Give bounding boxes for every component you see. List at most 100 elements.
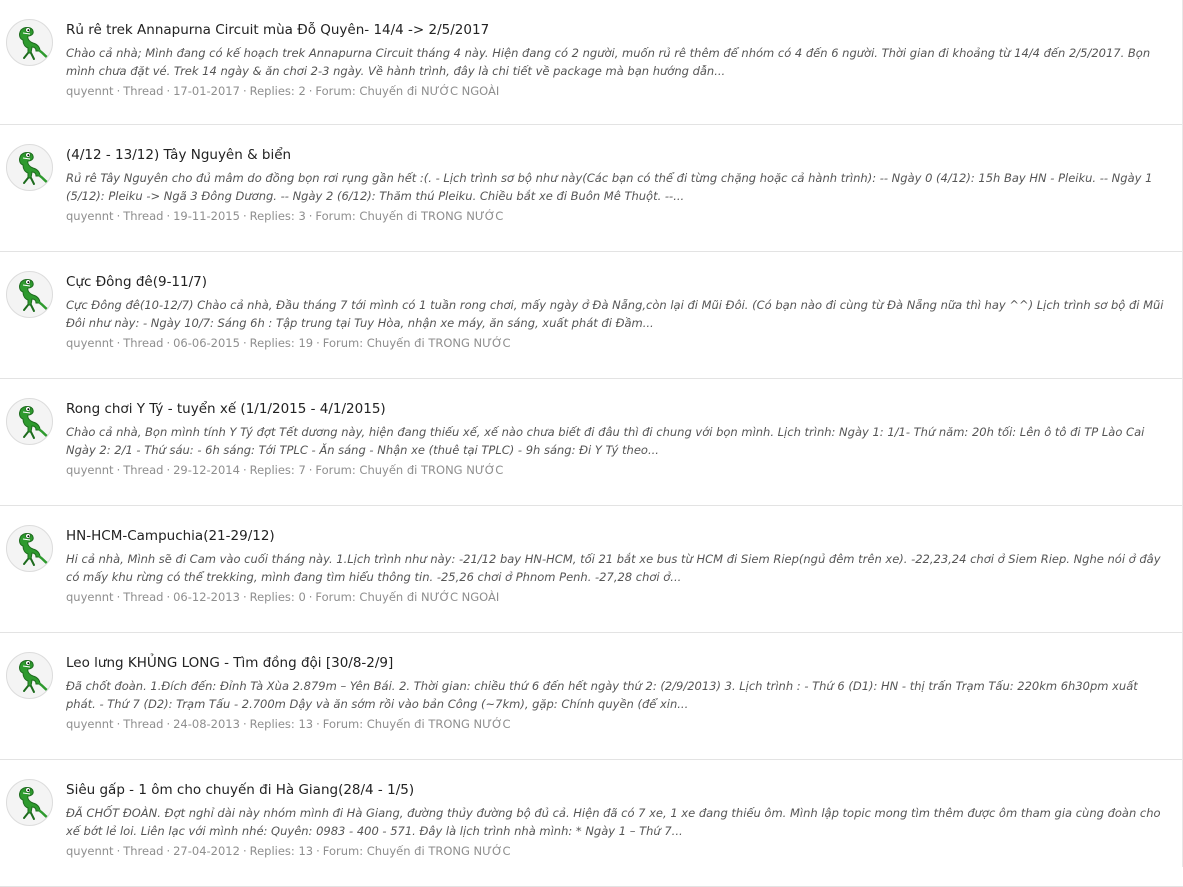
thread-title-link[interactable]: Cực Đông đê(9-11/7)	[66, 273, 1169, 291]
thread-content: HN-HCM-Campuchia(21-29/12) Hi cả nhà, Mì…	[66, 527, 1169, 606]
replies-count: 13	[298, 844, 314, 858]
meta-separator: ·	[308, 209, 313, 223]
thread-meta: quyennt · Thread · 17-01-2017 · Replies: 2 · For…	[66, 82, 1169, 100]
author-link[interactable]: quyennt	[66, 844, 114, 858]
meta-separator: ·	[166, 209, 171, 223]
forum-link[interactable]: Chuyến đi TRONG NƯỚC	[359, 463, 503, 477]
thread-title-link[interactable]: (4/12 - 13/12) Tây Nguyên & biển	[66, 146, 1169, 164]
thread-meta: quyennt · Thread · 19-11-2015 · Replies: 3 · For…	[66, 207, 1169, 225]
thread-date: 27-04-2012	[173, 844, 240, 858]
thread-snippet: Cực Đông đê(10-12/7) Chào cả nhà, Đầu th…	[66, 298, 1164, 330]
crocodile-avatar-icon[interactable]	[6, 652, 53, 699]
meta-separator: ·	[308, 463, 313, 477]
thread-snippet: Chào cả nhà, Bọn mình tính Y Tý đợt Tết …	[66, 425, 1145, 457]
thread-title-link[interactable]: HN-HCM-Campuchia(21-29/12)	[66, 527, 1169, 545]
forum-label: Forum:	[322, 336, 364, 350]
replies-count: 3	[298, 209, 306, 223]
forum-label: Forum:	[315, 463, 356, 477]
replies-label: Replies:	[249, 336, 295, 350]
thread-meta: quyennt · Thread · 24-08-2013 · Replies: 13 · Fo…	[66, 715, 1169, 733]
author-link[interactable]: quyennt	[66, 463, 114, 477]
thread-content: Siêu gấp - 1 ôm cho chuyến đi Hà Giang(2…	[66, 781, 1169, 860]
replies-label: Replies:	[249, 209, 295, 223]
content-type: Thread	[123, 590, 164, 604]
meta-separator: ·	[316, 717, 320, 731]
replies-label: Replies:	[249, 463, 295, 477]
thread-snippet: Hi cả nhà, Mình sẽ đi Cam vào cuối tháng…	[66, 552, 1161, 584]
author-link[interactable]: quyennt	[66, 336, 114, 350]
thread-title-link[interactable]: Rủ rê trek Annapurna Circuit mùa Đỗ Quyê…	[66, 21, 1169, 39]
meta-separator: ·	[166, 463, 171, 477]
author-link[interactable]: quyennt	[66, 209, 114, 223]
forum-link[interactable]: Chuyến đi TRONG NƯỚC	[367, 844, 511, 858]
thread-item: (4/12 - 13/12) Tây Nguyên & biển Rủ rê T…	[0, 125, 1183, 252]
meta-separator: ·	[242, 463, 247, 477]
thread-title-link[interactable]: Rong chơi Y Tý - tuyển xế (1/1/2015 - 4/…	[66, 400, 1169, 418]
replies-count: 7	[298, 463, 306, 477]
author-link[interactable]: quyennt	[66, 84, 114, 98]
crocodile-avatar-icon[interactable]	[6, 398, 53, 445]
thread-title-link[interactable]: Leo lưng KHỦNG LONG - Tìm đồng đội [30/8…	[66, 654, 1169, 672]
crocodile-avatar-icon[interactable]	[6, 271, 53, 318]
replies-label: Replies:	[249, 844, 295, 858]
thread-snippet: ĐÃ CHỐT ĐOÀN. Đợt nghỉ dài này nhóm mình…	[66, 806, 1161, 838]
forum-label: Forum:	[322, 844, 364, 858]
thread-item: Rong chơi Y Tý - tuyển xế (1/1/2015 - 4/…	[0, 379, 1183, 506]
meta-separator: ·	[316, 844, 320, 858]
meta-separator: ·	[166, 336, 171, 350]
meta-separator: ·	[116, 336, 121, 350]
meta-separator: ·	[116, 209, 121, 223]
author-link[interactable]: quyennt	[66, 590, 114, 604]
content-type: Thread	[123, 717, 164, 731]
thread-item: Cực Đông đê(9-11/7) Cực Đông đê(10-12/7)…	[0, 252, 1183, 379]
thread-date: 17-01-2017	[173, 84, 240, 98]
thread-date: 06-06-2015	[173, 336, 240, 350]
crocodile-avatar-icon[interactable]	[6, 525, 53, 572]
meta-separator: ·	[116, 844, 121, 858]
forum-link[interactable]: Chuyến đi TRONG NƯỚC	[367, 336, 511, 350]
crocodile-avatar-icon[interactable]	[6, 144, 53, 191]
forum-label: Forum:	[315, 590, 356, 604]
meta-separator: ·	[166, 844, 171, 858]
meta-separator: ·	[116, 463, 121, 477]
forum-link[interactable]: Chuyến đi NƯỚC NGOÀI	[359, 590, 499, 604]
meta-separator: ·	[166, 84, 171, 98]
thread-content: Leo lưng KHỦNG LONG - Tìm đồng đội [30/8…	[66, 654, 1169, 733]
forum-link[interactable]: Chuyến đi TRONG NƯỚC	[367, 717, 511, 731]
meta-separator: ·	[242, 717, 247, 731]
forum-link[interactable]: Chuyến đi NƯỚC NGOÀI	[359, 84, 499, 98]
thread-date: 06-12-2013	[173, 590, 240, 604]
meta-separator: ·	[116, 84, 121, 98]
thread-date: 24-08-2013	[173, 717, 240, 731]
thread-meta: quyennt · Thread · 29-12-2014 · Replies: 7 · For…	[66, 461, 1169, 479]
forum-label: Forum:	[322, 717, 364, 731]
thread-snippet: Chào cả nhà; Mình đang có kế hoạch trek …	[66, 46, 1151, 78]
replies-count: 0	[298, 590, 306, 604]
content-type: Thread	[123, 209, 164, 223]
meta-separator: ·	[116, 590, 121, 604]
crocodile-avatar-icon[interactable]	[6, 779, 53, 826]
thread-item: HN-HCM-Campuchia(21-29/12) Hi cả nhà, Mì…	[0, 506, 1183, 633]
thread-content: Cực Đông đê(9-11/7) Cực Đông đê(10-12/7)…	[66, 273, 1169, 352]
thread-date: 29-12-2014	[173, 463, 240, 477]
meta-separator: ·	[316, 336, 320, 350]
meta-separator: ·	[242, 844, 247, 858]
thread-meta: quyennt · Thread · 27-04-2012 · Replies: 13 · Fo…	[66, 842, 1169, 860]
author-link[interactable]: quyennt	[66, 717, 114, 731]
thread-date: 19-11-2015	[173, 209, 240, 223]
thread-content: (4/12 - 13/12) Tây Nguyên & biển Rủ rê T…	[66, 146, 1169, 225]
meta-separator: ·	[116, 717, 121, 731]
forum-label: Forum:	[315, 84, 356, 98]
replies-count: 19	[298, 336, 314, 350]
thread-snippet: Rủ rê Tây Nguyên cho đủ mâm do đồng bọn …	[66, 171, 1153, 203]
content-type: Thread	[123, 844, 164, 858]
thread-title-link[interactable]: Siêu gấp - 1 ôm cho chuyến đi Hà Giang(2…	[66, 781, 1169, 799]
forum-link[interactable]: Chuyến đi TRONG NƯỚC	[359, 209, 503, 223]
replies-count: 13	[298, 717, 314, 731]
crocodile-avatar-icon[interactable]	[6, 19, 53, 66]
meta-separator: ·	[242, 336, 247, 350]
replies-label: Replies:	[249, 717, 295, 731]
replies-label: Replies:	[249, 590, 295, 604]
content-type: Thread	[123, 336, 164, 350]
meta-separator: ·	[242, 84, 247, 98]
